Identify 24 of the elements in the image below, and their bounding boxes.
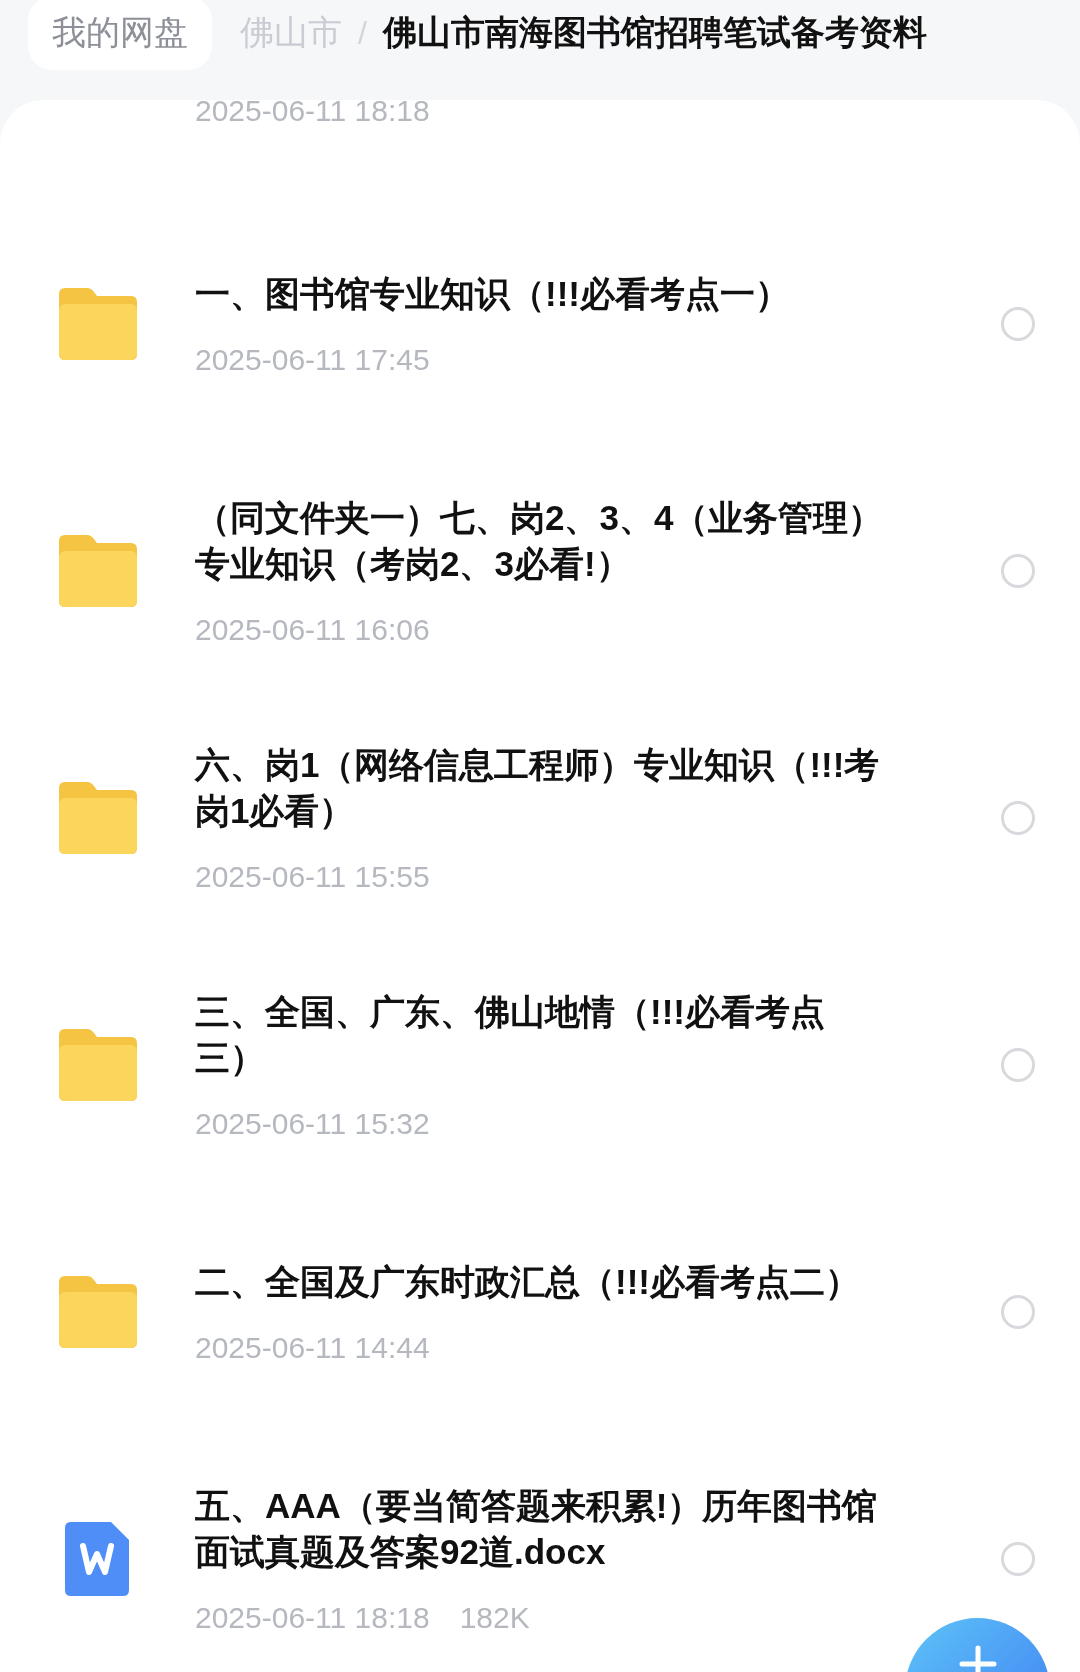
file-date: 2025-06-11 16:06 (195, 612, 430, 647)
select-radio[interactable] (1001, 1047, 1035, 1082)
breadcrumb-separator: / (358, 14, 367, 52)
plus-icon (957, 1644, 998, 1672)
file-name[interactable]: 一、图书馆专业知识（!!!必看考点一） (195, 270, 885, 317)
file-date: 2025-06-11 18:18 (195, 1600, 430, 1635)
breadcrumb-current: 佛山市南海图书馆招聘笔试备考资料 (382, 12, 927, 53)
file-date: 2025-06-11 15:55 (195, 859, 430, 894)
file-name[interactable]: 六、岗1（网络信息工程师）专业知识（!!!考岗1必看） (195, 741, 885, 834)
select-radio[interactable] (1001, 1541, 1035, 1576)
select-radio[interactable] (1001, 306, 1035, 341)
file-size: 182K (459, 1600, 530, 1635)
file-date: 2025-06-11 18:18 (195, 94, 430, 127)
select-radio[interactable] (1001, 553, 1035, 588)
select-radio[interactable] (1001, 1294, 1035, 1329)
file-date: 2025-06-11 14:44 (195, 1330, 430, 1365)
word-document-icon (65, 1521, 129, 1596)
select-radio[interactable] (1001, 800, 1035, 835)
file-name[interactable]: （同文件夹一）七、岗2、3、4（业务管理）专业知识（考岗2、3必看!） (195, 494, 885, 587)
file-date: 2025-06-11 15:32 (195, 1106, 430, 1141)
file-name[interactable]: 二、全国及广东时政汇总（!!!必看考点二） (195, 1258, 885, 1305)
file-name[interactable]: 五、AAA（要当简答题来积累!）历年图书馆面试真题及答案92道.docx (195, 1482, 885, 1575)
file-name[interactable]: 三、全国、广东、佛山地情（!!!必看考点三） (195, 988, 885, 1081)
file-date: 2025-06-11 17:45 (195, 342, 430, 377)
